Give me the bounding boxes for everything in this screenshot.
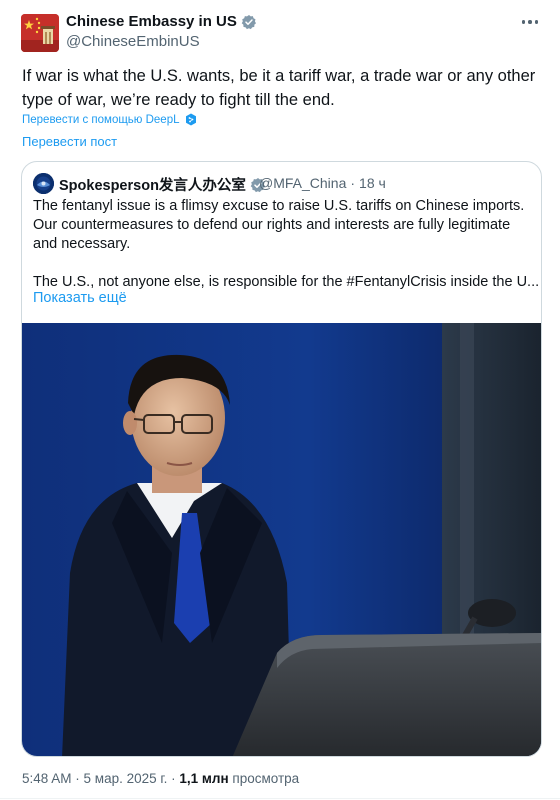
views-label: просмотра	[228, 771, 300, 786]
author-name-text[interactable]: Chinese Embassy in US	[66, 13, 237, 30]
more-dot	[521, 20, 526, 24]
quoted-author-handle[interactable]: @MFA_China	[259, 175, 346, 191]
tweet: Chinese Embassy in US @ChineseEmbinUS If…	[0, 0, 560, 800]
quoted-author-name-text[interactable]: Spokesperson发言人办公室	[59, 174, 246, 195]
author-name[interactable]: Chinese Embassy in US	[66, 13, 257, 30]
translate-deepl-label[interactable]: Перевести с помощью DeepL	[22, 114, 180, 126]
quoted-meta: @MFA_China · 18 ч	[259, 175, 390, 191]
views-count: 1,1 млн	[179, 771, 229, 786]
quoted-photo[interactable]	[22, 323, 541, 756]
more-dot	[534, 20, 539, 24]
translate-post-link[interactable]: Перевести пост	[22, 134, 117, 149]
tweet-footer: 5:48 AM · 5 мар. 2025 г. · 1,1 млн просм…	[22, 771, 299, 786]
verified-badge-icon	[241, 14, 256, 29]
author-handle[interactable]: @ChineseEmbinUS	[66, 33, 200, 50]
translate-deepl-link[interactable]: Перевести с помощью DeepL	[22, 113, 197, 126]
quoted-separator: ·	[350, 175, 356, 191]
author-avatar[interactable]	[21, 14, 59, 52]
quoted-paragraph-1: The fentanyl issue is a flimsy excuse to…	[33, 198, 529, 252]
tweet-text: If war is what the U.S. wants, be it a t…	[22, 67, 536, 109]
quoted-author-name[interactable]: Spokesperson发言人办公室	[59, 174, 266, 195]
more-dot	[528, 20, 532, 24]
quoted-avatar[interactable]	[33, 173, 54, 194]
more-icon[interactable]	[516, 12, 544, 32]
divider	[0, 798, 560, 799]
quoted-text: The fentanyl issue is a flimsy excuse to…	[33, 197, 538, 292]
show-more-link[interactable]: Показать ещё	[33, 290, 127, 306]
quoted-time[interactable]: 18 ч	[359, 175, 386, 191]
timestamp[interactable]: 5:48 AM · 5 мар. 2025 г. ·	[22, 771, 179, 786]
deepl-icon	[185, 113, 196, 126]
quoted-tweet[interactable]: Spokesperson发言人办公室 @MFA_China · 18 ч The f…	[21, 161, 542, 757]
